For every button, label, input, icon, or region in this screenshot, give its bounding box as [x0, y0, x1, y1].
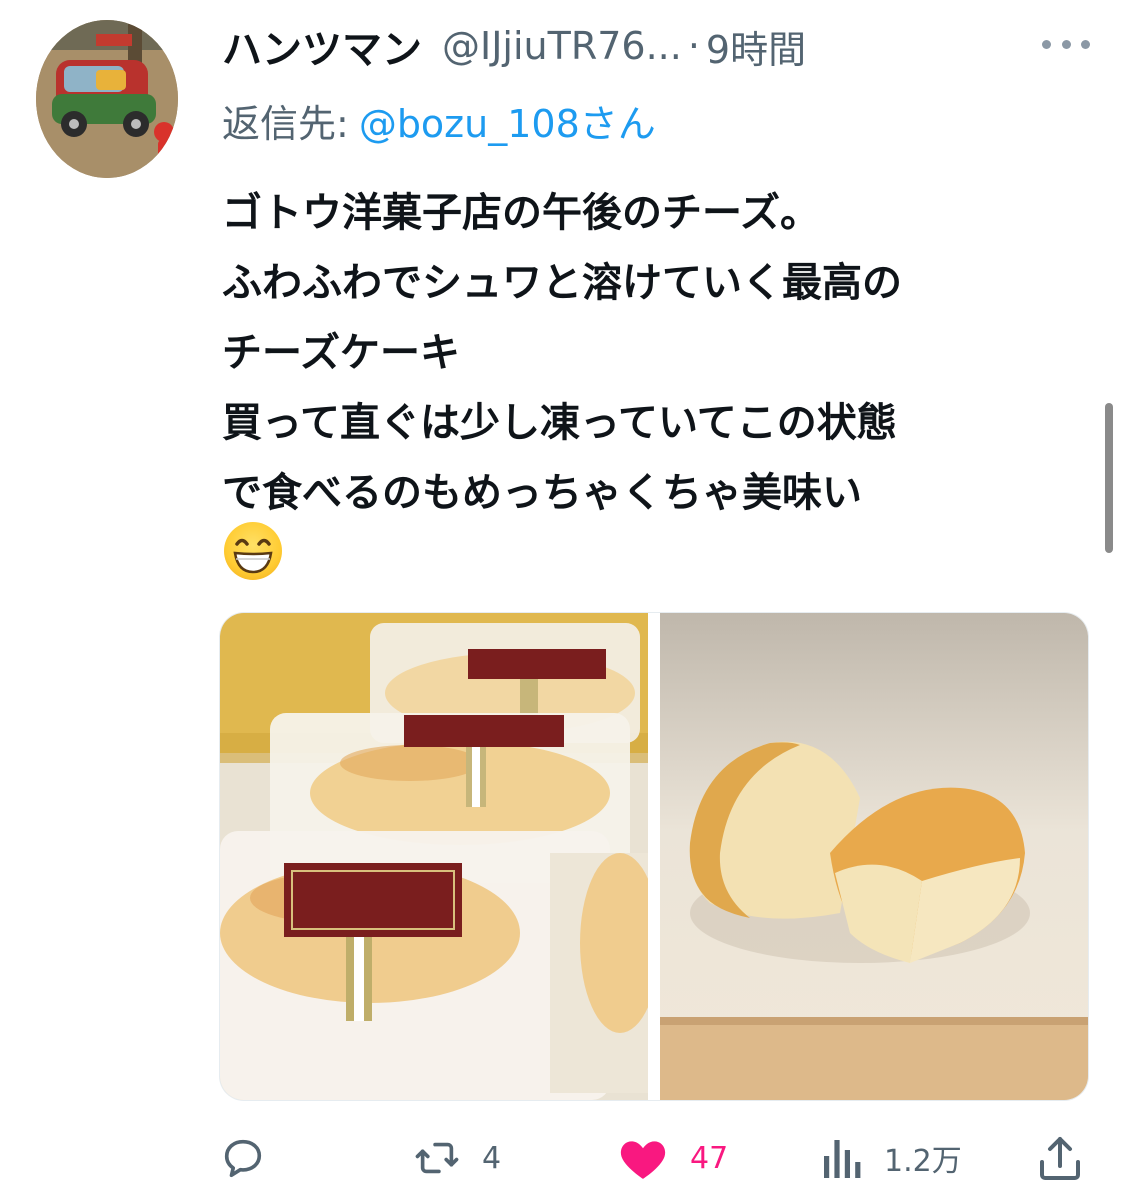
media-grid	[220, 613, 1088, 1100]
reply-prefix: 返信先:	[222, 101, 349, 146]
share-button[interactable]	[1038, 1125, 1082, 1191]
tweet-text-line: ゴトウ洋菓子店の午後のチーズ。	[222, 190, 820, 236]
cheesecake-packages-photo	[220, 613, 648, 1100]
retweet-count: 4	[482, 1140, 502, 1176]
reply-to-user-link[interactable]: @bozu_108さん	[359, 93, 656, 148]
share-icon	[1040, 1137, 1080, 1180]
tweet-actions: 4 47 1.2万	[0, 1125, 1124, 1191]
reply-icon	[224, 1139, 262, 1178]
scrollbar[interactable]	[1105, 403, 1113, 553]
retweet-button[interactable]: 4	[414, 1125, 501, 1191]
like-count: 47	[690, 1140, 729, 1176]
grinning-face-emoji-icon	[224, 522, 282, 580]
reply-context: 返信先: @bozu_108さん	[222, 92, 656, 148]
separator-dot: ·	[687, 24, 700, 68]
tweet-photo[interactable]	[660, 613, 1088, 1100]
tweet-text-line: 買って直ぐは少し凍っていてこの状態	[222, 400, 897, 446]
views-button[interactable]: 1.2万	[822, 1125, 962, 1191]
views-icon	[824, 1140, 861, 1178]
tweet-text-line: で食べるのもめっちゃくちゃ美味い	[222, 470, 862, 516]
tweet-page: ハンツマン @IJjiuTR76... · 9時間 返信先: @bozu_108…	[0, 0, 1124, 1191]
views-count: 1.2万	[884, 1144, 962, 1179]
tweet-text-line: チーズケーキ	[222, 330, 460, 376]
heart-icon	[620, 1141, 666, 1179]
tweet-timestamp[interactable]: 9時間	[706, 19, 806, 74]
tweet-header: ハンツマン @IJjiuTR76... · 9時間	[222, 16, 806, 76]
retweet-icon	[415, 1142, 459, 1174]
avatar-car-photo	[36, 20, 178, 178]
like-button[interactable]: 47	[618, 1125, 728, 1191]
avatar[interactable]	[36, 20, 178, 178]
author-handle[interactable]: @IJjiuTR76...	[442, 24, 682, 68]
reply-button[interactable]	[220, 1125, 266, 1191]
cheesecake-cut-photo	[660, 613, 1088, 1100]
more-options-icon[interactable]	[1042, 38, 1090, 50]
tweet-photo[interactable]	[220, 613, 648, 1100]
tweet-text: ゴトウ洋菓子店の午後のチーズ。 ふわふわでシュワと溶けていく最高の チーズケーキ…	[222, 178, 1092, 528]
tweet-text-line: ふわふわでシュワと溶けていく最高の	[222, 260, 902, 306]
author-display-name[interactable]: ハンツマン	[222, 17, 422, 75]
